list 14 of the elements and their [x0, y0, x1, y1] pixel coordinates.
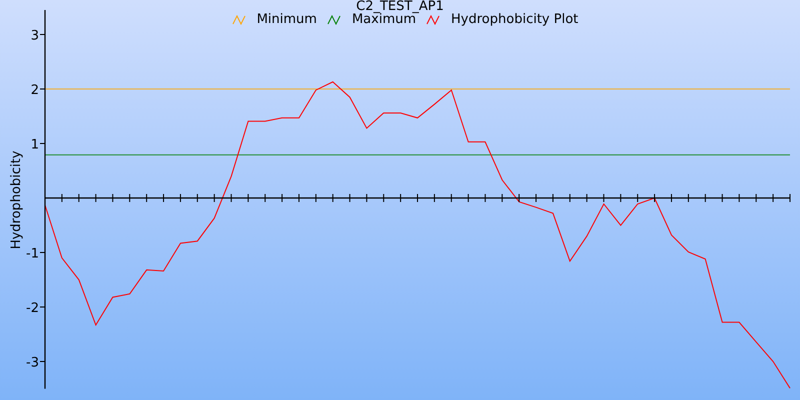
y-tick-label: 1: [30, 138, 39, 152]
legend-line-icon: [232, 14, 246, 24]
y-tick-label: -1: [26, 246, 39, 262]
chart-title: C2_TEST_AP1: [356, 0, 444, 13]
legend-label: Minimum: [256, 13, 317, 26]
y-tick-label: -2: [26, 301, 39, 316]
legend-label: Hydrophobicity Plot: [451, 13, 578, 26]
y-tick-label: 2: [30, 83, 39, 98]
legend-line-icon: [426, 14, 440, 24]
legend-label: Maximum: [352, 13, 416, 26]
y-tick-label: 3: [30, 28, 39, 44]
y-axis-label: Hydrophobicity: [9, 150, 24, 250]
y-tick-label: -3: [26, 356, 39, 370]
legend-line-icon: [326, 14, 341, 24]
